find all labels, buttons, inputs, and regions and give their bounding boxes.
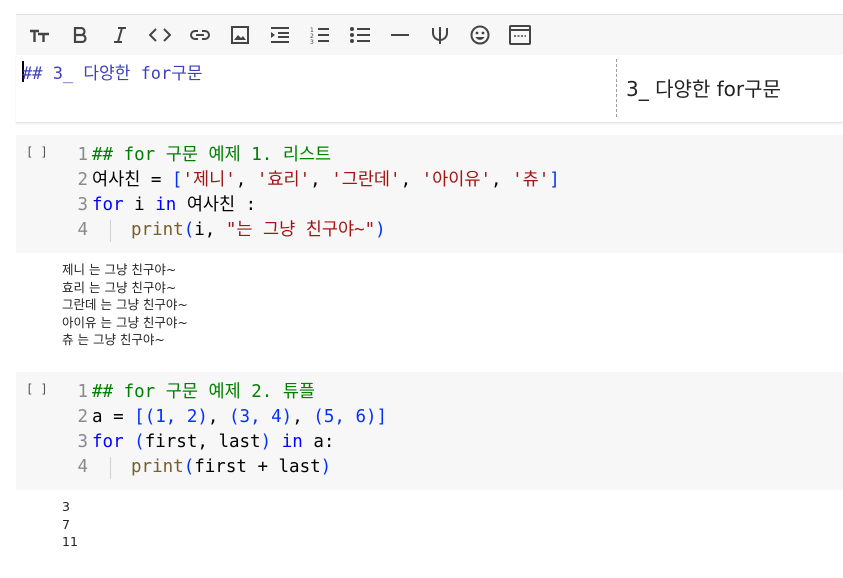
code-cell-2[interactable]: [ ] 1 2 3 4 ## for 구문 예제 2. 튜플 a = [(1, …: [16, 372, 843, 490]
image-icon[interactable]: [226, 21, 254, 49]
indent-icon[interactable]: [266, 21, 294, 49]
code-line-3[interactable]: for (first, last) in a:: [92, 430, 334, 455]
code-token: ,: [310, 170, 332, 190]
code-line-4[interactable]: print(first + last): [131, 455, 331, 480]
bulleted-list-icon[interactable]: [346, 21, 374, 49]
markdown-preview: 3_ 다양한 for구문: [626, 77, 781, 101]
code-token: ,: [292, 407, 314, 427]
code-token: (: [183, 457, 195, 477]
code-token: ,: [235, 170, 257, 190]
preview-toggle-icon[interactable]: [506, 21, 534, 49]
code-string: '효리': [256, 170, 311, 190]
run-cell-button[interactable]: [ ]: [26, 145, 48, 159]
code-token: =: [150, 170, 172, 190]
code-comment: ## for 구문 예제 1. 리스트: [92, 145, 332, 165]
code-token: ,: [207, 407, 229, 427]
bold-icon[interactable]: [66, 21, 94, 49]
code-token: (: [134, 432, 145, 452]
code-token: (: [183, 220, 195, 240]
text-cell[interactable]: ## 3_ 다양한 for구문 3_ 다양한 for구문: [16, 55, 843, 123]
code-token: 여사친: [92, 170, 151, 190]
code-token: 여사친 :: [176, 195, 257, 215]
code-string: '그란데': [331, 170, 401, 190]
code-token: i: [123, 195, 156, 215]
code-token: a =: [92, 407, 135, 427]
text-size-icon[interactable]: [26, 21, 54, 49]
code-line-2[interactable]: 여사친 = ['제니', '효리', '그란데', '아이유', '츄']: [92, 168, 560, 193]
line-number: 3: [77, 195, 88, 215]
line-number: 3: [77, 432, 88, 452]
run-cell-button[interactable]: [ ]: [26, 382, 48, 396]
cell-2-output: 3 7 11: [62, 499, 78, 549]
cell-1-output: 제니 는 그냥 친구야~ 효리 는 그냥 친구야~ 그란데 는 그냥 친구야~ …: [62, 262, 188, 347]
code-string: "는 그냥 친구야~": [225, 220, 376, 240]
indent-guide: [110, 220, 111, 242]
numbered-list-icon[interactable]: 123: [306, 21, 334, 49]
code-tuple: (3, 4): [229, 407, 293, 427]
horizontal-rule-icon[interactable]: [386, 21, 414, 49]
svg-text:3: 3: [310, 39, 314, 45]
code-keyword: in: [155, 195, 177, 215]
link-icon[interactable]: [186, 21, 214, 49]
code-token: first, last: [144, 432, 261, 452]
line-number: 4: [77, 220, 88, 240]
code-tuple: (1, 2): [144, 407, 208, 427]
code-token: [: [171, 170, 183, 190]
indent-guide: [110, 457, 111, 479]
code-token: ]: [376, 407, 388, 427]
code-comment: ## for 구문 예제 2. 튜플: [92, 382, 316, 402]
markdown-toolbar: 123: [16, 14, 843, 55]
markdown-editor[interactable]: ## 3_ 다양한 for구문: [22, 59, 203, 84]
code-token: ): [260, 432, 272, 452]
code-token: ]: [549, 170, 560, 190]
line-number: 1: [77, 145, 88, 165]
code-token: ,: [491, 170, 513, 190]
code-token: ): [375, 220, 386, 240]
editor-preview-divider: [616, 59, 617, 117]
code-function: print: [131, 457, 184, 477]
emoji-icon[interactable]: [466, 21, 494, 49]
code-token: [: [134, 407, 145, 427]
code-keyword: in: [281, 432, 303, 452]
code-token: first + last: [194, 457, 321, 477]
code-line-1[interactable]: ## for 구문 예제 2. 튜플: [92, 380, 315, 405]
code-string: '제니': [182, 170, 236, 190]
code-cell-1[interactable]: [ ] 1 2 3 4 ## for 구문 예제 1. 리스트 여사친 = ['…: [16, 135, 843, 253]
code-keyword: for: [92, 432, 124, 452]
code-string: '츄': [512, 170, 550, 190]
code-keyword: for: [92, 195, 124, 215]
code-token: i,: [194, 220, 226, 240]
line-number: 2: [77, 407, 88, 427]
code-function: print: [131, 220, 184, 240]
line-number: 2: [77, 170, 88, 190]
line-number: 4: [77, 457, 88, 477]
code-icon[interactable]: [146, 21, 174, 49]
code-token: ,: [400, 170, 422, 190]
code-token: a:: [302, 432, 335, 452]
code-line-1[interactable]: ## for 구문 예제 1. 리스트: [92, 143, 331, 168]
code-line-2[interactable]: a = [(1, 2), (3, 4), (5, 6)]: [92, 405, 387, 430]
code-tuple: (5, 6): [313, 407, 377, 427]
italic-icon[interactable]: [106, 21, 134, 49]
psi-icon[interactable]: [426, 21, 454, 49]
code-line-4[interactable]: print(i, "는 그냥 친구야~"): [131, 218, 386, 243]
line-number: 1: [77, 382, 88, 402]
code-token: ): [320, 457, 332, 477]
code-line-3[interactable]: for i in 여사친 :: [92, 193, 256, 218]
code-string: '아이유': [421, 170, 492, 190]
